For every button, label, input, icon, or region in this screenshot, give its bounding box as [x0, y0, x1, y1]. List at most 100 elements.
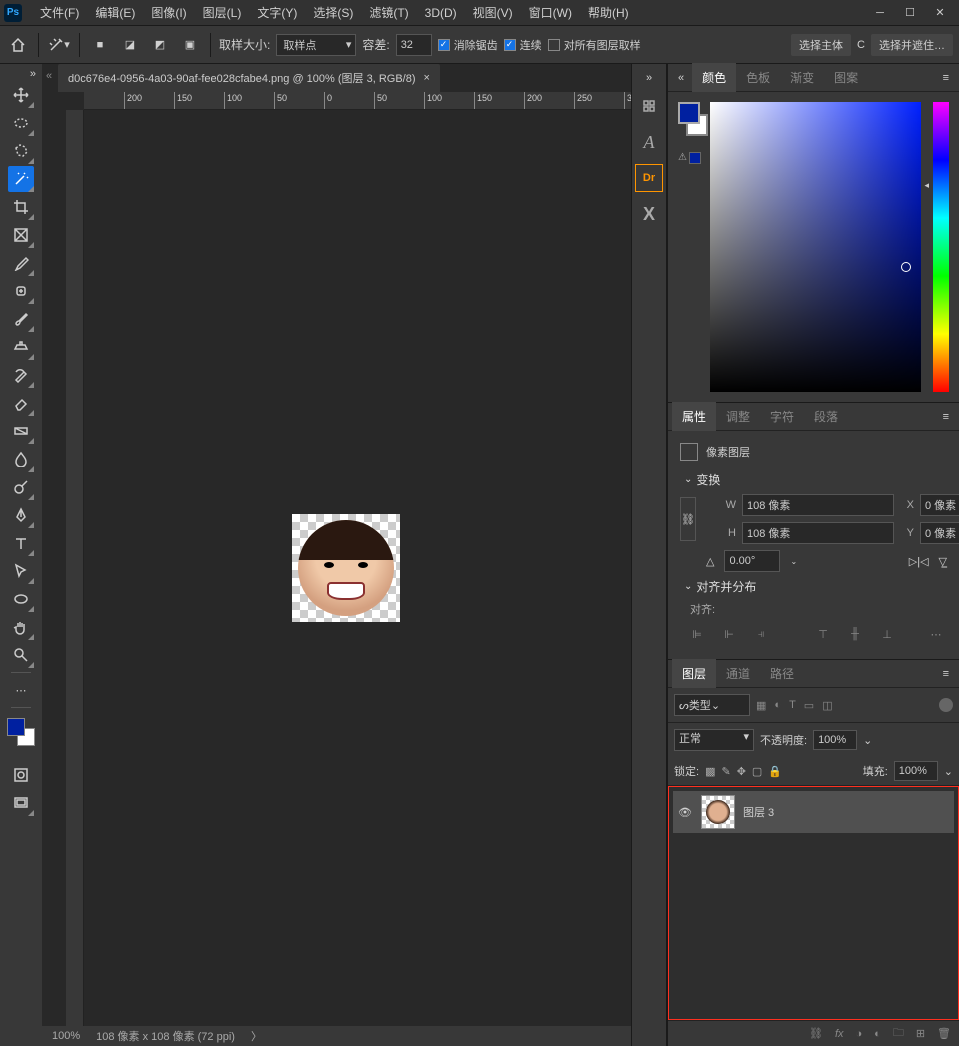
status-more-icon[interactable]: 〉 [251, 1028, 262, 1044]
doc-dimensions[interactable]: 108 像素 x 108 像素 (72 ppi) [96, 1028, 235, 1044]
tab-paths[interactable]: 路径 [760, 659, 804, 688]
lock-artboard-icon[interactable]: ▢ [752, 765, 762, 778]
antialias-checkbox[interactable]: 消除锯齿 [438, 37, 498, 53]
tab-patterns[interactable]: 图案 [824, 63, 868, 92]
tolerance-input[interactable] [396, 34, 432, 56]
collapse-panels-icon[interactable]: « [672, 72, 692, 84]
y-input[interactable] [920, 522, 959, 544]
new-layer-icon[interactable]: ⊞ [916, 1027, 925, 1040]
transform-section[interactable]: 变换 [680, 465, 947, 494]
layer-filter-select[interactable]: ᔕ 类型 ⌄ [674, 694, 750, 716]
color-swatches[interactable] [7, 718, 35, 746]
x-input[interactable] [920, 494, 959, 516]
selection-new-icon[interactable]: ■ [88, 33, 112, 57]
flip-v-icon[interactable]: ▽̲ [939, 555, 947, 568]
frame-tool[interactable] [8, 222, 34, 248]
close-button[interactable]: ✕ [925, 3, 955, 23]
layers-menu-icon[interactable]: ≡ [937, 668, 955, 680]
align-more-icon[interactable]: ⋯ [925, 623, 947, 645]
gamut-warning-icon[interactable]: ⚠ [678, 152, 687, 164]
align-hcenter-icon[interactable]: ⊩ [718, 623, 740, 645]
color-fg-swatch[interactable] [678, 102, 700, 124]
selection-subtract-icon[interactable]: ◩ [148, 33, 172, 57]
foreground-color[interactable] [7, 718, 25, 736]
hand-tool[interactable] [8, 614, 34, 640]
quick-mask-icon[interactable] [8, 762, 34, 788]
tab-paragraph[interactable]: 段落 [804, 402, 848, 431]
edit-toolbar-icon[interactable]: ⋯ [8, 677, 34, 703]
align-vcenter-icon[interactable]: ╫ [844, 623, 866, 645]
tab-layers[interactable]: 图层 [672, 659, 716, 688]
tab-character[interactable]: 字符 [760, 402, 804, 431]
mask-icon[interactable]: ◑ [856, 1028, 863, 1040]
height-input[interactable] [742, 522, 894, 544]
toolbar-collapse-icon[interactable]: » [24, 68, 42, 80]
menu-layer[interactable]: 图层(L) [195, 4, 250, 21]
menu-file[interactable]: 文件(F) [32, 4, 87, 21]
canvas[interactable] [60, 110, 631, 1026]
path-selection-tool[interactable] [8, 558, 34, 584]
tab-color[interactable]: 颜色 [692, 63, 736, 92]
blur-tool[interactable] [8, 446, 34, 472]
crop-tool[interactable] [8, 194, 34, 220]
tab-gradients[interactable]: 渐变 [780, 63, 824, 92]
close-tab-icon[interactable]: × [424, 72, 430, 84]
menu-filter[interactable]: 滤镜(T) [361, 4, 416, 21]
props-menu-icon[interactable]: ≡ [937, 411, 955, 423]
history-brush-tool[interactable] [8, 362, 34, 388]
glyphs-panel-icon[interactable]: A [635, 128, 663, 156]
tab-channels[interactable]: 通道 [716, 659, 760, 688]
filter-toggle[interactable] [939, 698, 953, 712]
color-field[interactable]: ◂ [710, 102, 921, 392]
link-layers-icon[interactable]: ⛓ [809, 1027, 823, 1040]
fx-icon[interactable]: fx [835, 1028, 844, 1040]
menu-help[interactable]: 帮助(H) [580, 4, 637, 21]
clone-stamp-tool[interactable] [8, 334, 34, 360]
history-panel-icon[interactable] [635, 92, 663, 120]
align-left-icon[interactable]: ⊫ [686, 623, 708, 645]
web-safe-swatch[interactable] [689, 152, 701, 164]
panel-collapse-icon[interactable]: « [46, 70, 52, 82]
lock-all-icon[interactable]: 🔒 [768, 765, 782, 778]
layer-name[interactable]: 图层 3 [743, 804, 774, 820]
actions-panel-icon[interactable]: X [635, 200, 663, 228]
link-wh-icon[interactable]: ⛓ [680, 497, 696, 541]
layer-thumbnail[interactable] [701, 795, 735, 829]
menu-select[interactable]: 选择(S) [305, 4, 361, 21]
hue-slider[interactable] [933, 102, 949, 392]
selection-add-icon[interactable]: ◪ [118, 33, 142, 57]
magic-wand-tool[interactable] [8, 166, 34, 192]
gradient-tool[interactable] [8, 418, 34, 444]
eraser-tool[interactable] [8, 390, 34, 416]
visibility-icon[interactable]: 👁 [677, 806, 693, 819]
sample-size-select[interactable]: 取样点 [276, 34, 356, 56]
minimize-button[interactable]: ─ [865, 3, 895, 23]
marquee-tool[interactable] [8, 110, 34, 136]
tab-swatches[interactable]: 色板 [736, 63, 780, 92]
filter-adjust-icon[interactable]: ◐ [774, 699, 781, 712]
eyedropper-tool[interactable] [8, 250, 34, 276]
pen-tool[interactable] [8, 502, 34, 528]
filter-pixel-icon[interactable]: ▦ [756, 699, 766, 712]
align-top-icon[interactable]: ⊤ [812, 623, 834, 645]
align-section[interactable]: 对齐并分布 [680, 572, 947, 601]
angle-input[interactable] [724, 550, 780, 572]
menu-view[interactable]: 视图(V) [465, 4, 521, 21]
menu-3d[interactable]: 3D(D) [417, 6, 465, 20]
libraries-panel-icon[interactable]: Dr [635, 164, 663, 192]
align-right-icon[interactable]: ⫣ [750, 623, 772, 645]
adjustment-layer-icon[interactable]: ◐ [874, 1028, 881, 1040]
menu-edit[interactable]: 编辑(E) [87, 4, 143, 21]
document-tab[interactable]: d0c676e4-0956-4a03-90af-fee028cfabe4.png… [58, 64, 440, 92]
delete-layer-icon[interactable]: 🗑 [937, 1027, 951, 1040]
expand-strip-icon[interactable]: » [640, 72, 658, 84]
zoom-tool[interactable] [8, 642, 34, 668]
selection-intersect-icon[interactable]: ▣ [178, 33, 202, 57]
width-input[interactable] [742, 494, 894, 516]
dodge-tool[interactable] [8, 474, 34, 500]
filter-shape-icon[interactable]: ▭ [804, 699, 814, 712]
fill-input[interactable] [894, 761, 938, 781]
group-icon[interactable]: 🗀 [893, 1024, 904, 1043]
tab-adjustments[interactable]: 调整 [716, 402, 760, 431]
menu-type[interactable]: 文字(Y) [249, 4, 305, 21]
